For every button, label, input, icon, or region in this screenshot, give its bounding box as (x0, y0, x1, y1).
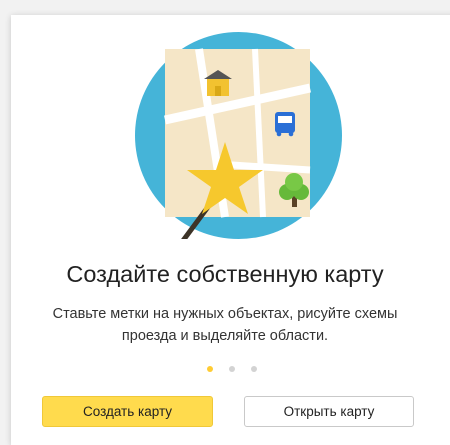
promo-description: Ставьте метки на нужных объектах, рисуйт… (11, 303, 439, 347)
map-illustration (135, 32, 342, 239)
open-map-button[interactable]: Открыть карту (244, 396, 414, 427)
bus-icon (275, 112, 295, 137)
create-map-button[interactable]: Создать карту (42, 396, 213, 427)
create-map-promo-card: Создайте собственную карту Ставьте метки… (11, 15, 450, 445)
carousel-dot[interactable] (229, 366, 235, 372)
carousel-dot-active[interactable] (207, 366, 213, 372)
promo-description-line-2: проезда и выделяйте области. (121, 328, 329, 344)
carousel-dot[interactable] (251, 366, 257, 372)
promo-title: Создайте собственную карту (66, 261, 384, 287)
promo-description-line-1: Ставьте метки на нужных объектах, рисуйт… (52, 306, 398, 322)
